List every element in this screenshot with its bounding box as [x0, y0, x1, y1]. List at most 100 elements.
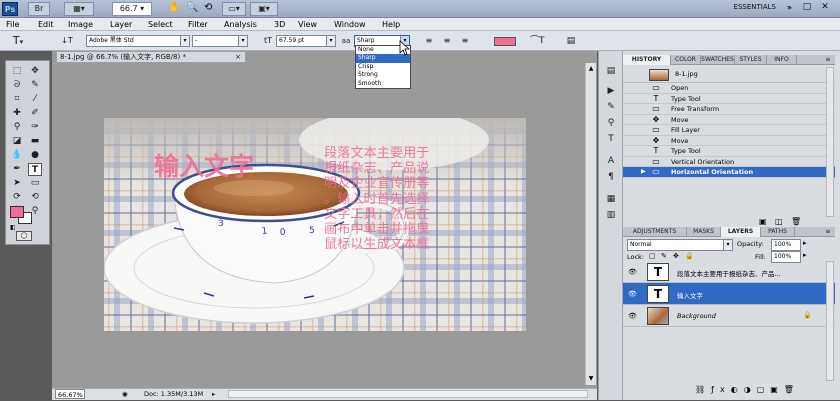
- history-item[interactable]: T Type Tool: [623, 146, 835, 157]
- layers-menu-icon[interactable]: ≡: [821, 227, 835, 237]
- quick-selection-tool-icon[interactable]: ✎: [28, 79, 42, 92]
- foreground-color-swatch[interactable]: [10, 206, 24, 218]
- brush-panel-icon[interactable]: ✎: [603, 101, 619, 113]
- align-right-icon[interactable]: ≡: [458, 35, 472, 47]
- hand-tool-icon[interactable]: ✋: [168, 2, 180, 13]
- layers-scrollbar[interactable]: [826, 261, 834, 381]
- tab-history[interactable]: HISTORY: [623, 55, 671, 65]
- tab-paths[interactable]: PATHS: [761, 227, 795, 237]
- new-document-from-state-icon[interactable]: ▣: [759, 217, 767, 226]
- type-tool-icon[interactable]: T: [28, 163, 42, 176]
- menu-edit[interactable]: Edit: [38, 18, 54, 31]
- screen-mode-button[interactable]: ▣▾: [250, 2, 278, 16]
- layer-comps-panel-icon[interactable]: ▦: [603, 193, 619, 205]
- history-item[interactable]: ✥ Move: [623, 136, 835, 146]
- menu-window[interactable]: Window: [334, 18, 366, 31]
- aa-option-crisp[interactable]: Crisp: [356, 63, 410, 71]
- actions-panel-icon[interactable]: ▶: [603, 85, 619, 97]
- blend-mode-dropdown-icon[interactable]: ▾: [723, 240, 732, 250]
- font-size-select[interactable]: 67.59 pt ▾: [276, 35, 336, 47]
- layer-visibility-eye-icon[interactable]: 👁: [628, 312, 637, 320]
- eraser-tool-icon[interactable]: ◪: [10, 135, 24, 148]
- menu-filter[interactable]: Filter: [188, 18, 208, 31]
- document-canvas[interactable]: 1 0 5 3 输入文字 段落文本主要用于 报纸杂志、产品说 明及企业宣传册等 …: [104, 118, 526, 331]
- warp-text-icon[interactable]: ⌒T: [530, 35, 545, 47]
- history-item[interactable]: ✥ Move: [623, 115, 835, 125]
- canvas-title-text[interactable]: 输入文字: [154, 152, 254, 182]
- tab-layers[interactable]: LAYERS: [721, 227, 761, 237]
- history-item[interactable]: ▭ Open: [623, 83, 835, 94]
- character-panel-icon[interactable]: ▤: [564, 35, 578, 47]
- opacity-slider-arrow-icon[interactable]: ▸: [803, 239, 807, 247]
- lock-all-icon[interactable]: 🔒: [685, 252, 694, 260]
- zoom-tool-icon[interactable]: 🔍: [186, 2, 198, 13]
- history-brush-tool-icon[interactable]: ✑: [28, 121, 42, 134]
- aa-option-strong[interactable]: Strong: [356, 71, 410, 79]
- menu-analysis[interactable]: Analysis: [224, 18, 257, 31]
- menu-image[interactable]: Image: [68, 18, 93, 31]
- menu-file[interactable]: File: [6, 18, 19, 31]
- document-close-icon[interactable]: ×: [235, 52, 241, 62]
- align-center-icon[interactable]: ≡: [440, 35, 454, 47]
- lasso-tool-icon[interactable]: ᘐ: [10, 79, 24, 92]
- layers-footer-icons[interactable]: ⛓ƒx◐◑▢▣🗑: [695, 385, 835, 397]
- fill-slider-arrow-icon[interactable]: ▸: [803, 251, 807, 259]
- path-selection-tool-icon[interactable]: ➤: [10, 177, 24, 190]
- menu-layer[interactable]: Layer: [110, 18, 132, 31]
- status-zoom-field[interactable]: 66.67%: [55, 389, 85, 399]
- dodge-tool-icon[interactable]: ●: [28, 149, 42, 162]
- menu-help[interactable]: Help: [382, 18, 400, 31]
- bridge-button[interactable]: Br: [28, 2, 50, 16]
- scroll-up-icon[interactable]: ▲: [587, 65, 595, 73]
- font-size-dropdown-icon[interactable]: ▾: [326, 36, 335, 46]
- tab-color[interactable]: COLOR: [671, 55, 701, 65]
- history-item[interactable]: T Type Tool: [623, 94, 835, 104]
- align-left-icon[interactable]: ≡: [422, 35, 436, 47]
- font-style-dropdown-icon[interactable]: ▾: [238, 36, 247, 46]
- menu-3d[interactable]: 3D: [274, 18, 285, 31]
- lock-image-icon[interactable]: ✎: [661, 252, 667, 260]
- tab-styles[interactable]: STYLES: [735, 55, 767, 65]
- lock-transparent-icon[interactable]: ▢: [649, 252, 656, 260]
- maximize-button[interactable]: □: [800, 2, 814, 14]
- blur-tool-icon[interactable]: 💧: [10, 149, 24, 162]
- text-color-swatch[interactable]: [494, 37, 516, 46]
- view-extras-button[interactable]: ▦▾: [64, 2, 94, 16]
- history-item[interactable]: ▭ Free Transform: [623, 104, 835, 115]
- history-item[interactable]: ▭ Vertical Orientation: [623, 157, 835, 167]
- shape-tool-icon[interactable]: ▭: [28, 177, 42, 190]
- paragraph-panel-icon[interactable]: ¶: [603, 171, 619, 183]
- history-panel-icon[interactable]: ▤: [603, 65, 619, 77]
- tab-adjustments[interactable]: ADJUSTMENTS: [623, 227, 687, 237]
- history-scrollbar[interactable]: [826, 67, 834, 217]
- rectangular-marquee-tool-icon[interactable]: ⬚: [10, 65, 24, 78]
- layer-visibility-eye-icon[interactable]: 👁: [628, 268, 637, 276]
- tab-info[interactable]: INFO: [767, 55, 797, 65]
- font-family-dropdown-icon[interactable]: ▾: [180, 36, 189, 46]
- tab-swatches[interactable]: SWATCHES: [701, 55, 735, 65]
- panel-menu-icon[interactable]: ≡: [821, 55, 835, 65]
- layer-visibility-eye-icon[interactable]: 👁: [628, 290, 637, 298]
- history-item-selected[interactable]: ▶ ▭ Horizontal Orientation: [623, 167, 835, 178]
- 3d-orbit-tool-icon[interactable]: ⟲: [28, 191, 42, 204]
- zoom-level-field[interactable]: 66.7 ▾: [112, 2, 152, 16]
- tool-preset-picker[interactable]: T▾: [4, 35, 32, 47]
- workspace-switcher[interactable]: ESSENTIALS: [680, 3, 776, 15]
- gradient-tool-icon[interactable]: ▬: [28, 135, 42, 148]
- 3d-rotate-tool-icon[interactable]: ⟳: [10, 191, 24, 204]
- notes-panel-icon[interactable]: ▥: [603, 209, 619, 221]
- quick-mask-icon[interactable]: ◯: [16, 231, 32, 241]
- spot-healing-tool-icon[interactable]: ✚: [10, 107, 24, 120]
- vertical-scrollbar[interactable]: ▲ ▼: [585, 63, 596, 385]
- clone-source-panel-icon[interactable]: ⚲: [603, 117, 619, 129]
- document-tab[interactable]: 8-1.jpg @ 66.7% (输入文字, RGB/8) * ×: [56, 51, 246, 63]
- horizontal-scrollbar[interactable]: [228, 390, 588, 398]
- move-tool-icon[interactable]: ✥: [28, 65, 42, 78]
- tab-masks[interactable]: MASKS: [687, 227, 721, 237]
- rotate-view-icon[interactable]: ⟲: [204, 2, 216, 13]
- scroll-down-icon[interactable]: ▼: [587, 375, 595, 383]
- crop-tool-icon[interactable]: ⌗: [10, 93, 24, 106]
- opacity-field[interactable]: 100%: [771, 239, 801, 251]
- brush-tool-icon[interactable]: ✐: [28, 107, 42, 120]
- new-snapshot-icon[interactable]: ◫: [775, 217, 783, 226]
